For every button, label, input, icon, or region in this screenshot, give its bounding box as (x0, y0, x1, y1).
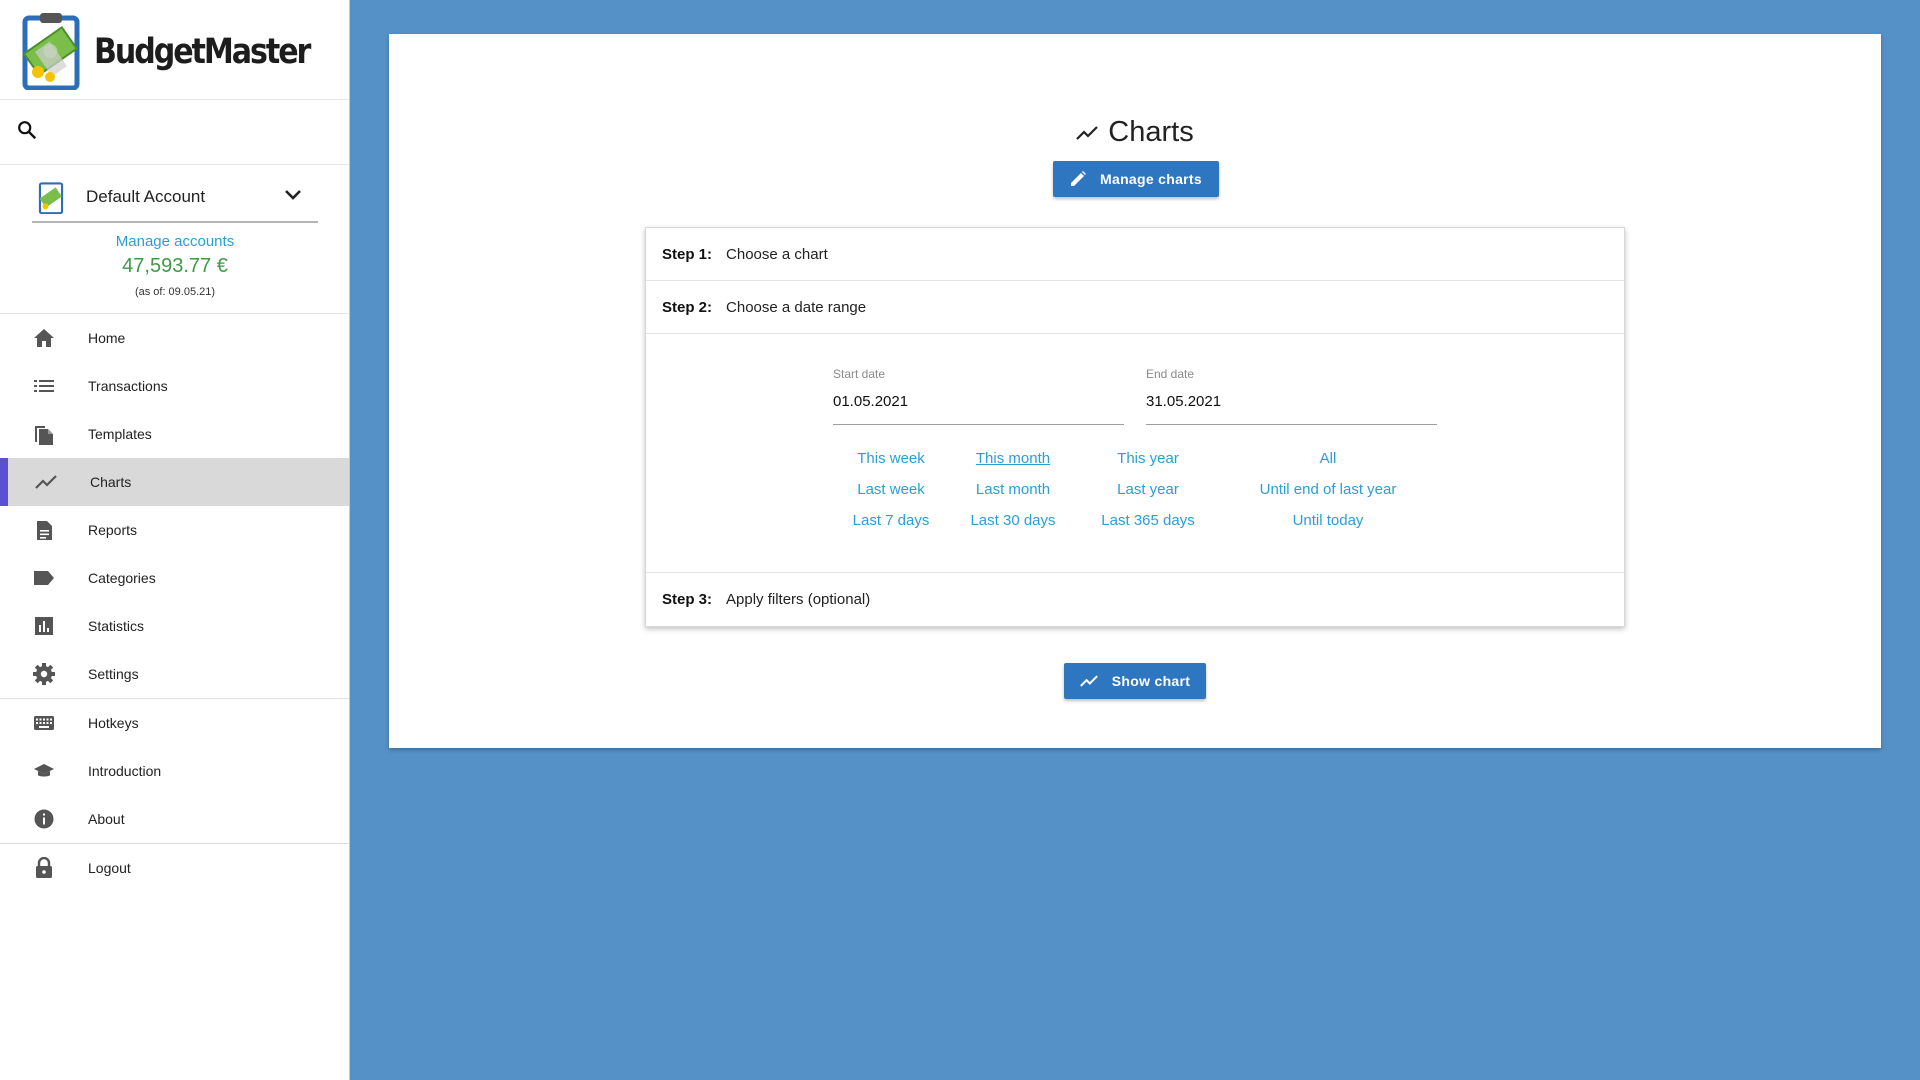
quick-range-this-year[interactable]: This year (1117, 450, 1179, 467)
quick-range-until-end-last-year[interactable]: Until end of last year (1260, 481, 1397, 498)
chart-line-icon (34, 470, 58, 494)
nav-item-about[interactable]: About (0, 795, 349, 843)
nav-list: Home Transactions Templates Charts Repor… (0, 314, 349, 892)
main-card: Charts Manage charts Step 1: Choose a ch… (389, 34, 1881, 748)
nav-item-statistics[interactable]: Statistics (0, 602, 349, 650)
account-block: Default Account Manage accounts 47,593.7… (0, 165, 349, 314)
nav-item-charts[interactable]: Charts (0, 458, 349, 506)
search-icon[interactable] (16, 119, 38, 146)
nav-label-home: Home (88, 330, 126, 346)
show-chart-button[interactable]: Show chart (1064, 663, 1206, 699)
step-2-number: Step 2: (662, 298, 713, 316)
step-2-text: Choose a date range (726, 298, 867, 316)
budgetmaster-logo-icon (22, 10, 80, 90)
end-date-label: End date (1146, 367, 1195, 381)
chart-line-icon (1079, 675, 1098, 687)
step-2-body: Start date 01.05.2021 End date 31.05.202… (646, 334, 1624, 573)
info-icon (32, 807, 56, 831)
step-3-number: Step 3: (662, 591, 713, 608)
pencil-icon (1070, 171, 1087, 187)
nav-label-templates: Templates (88, 426, 152, 442)
step-3-text: Apply filters (optional) (726, 591, 871, 608)
document-icon (32, 518, 56, 542)
nav-item-categories[interactable]: Categories (0, 554, 349, 602)
nav-label-categories: Categories (88, 570, 156, 586)
lock-icon (32, 856, 56, 880)
label-icon (32, 566, 56, 590)
gear-icon (32, 662, 56, 686)
start-date-input[interactable]: 01.05.2021 (833, 393, 1124, 425)
manage-charts-label: Manage charts (1100, 171, 1202, 187)
end-date-field[interactable]: End date 31.05.2021 (1146, 367, 1437, 425)
quick-range-last-month[interactable]: Last month (976, 481, 1050, 498)
nav-label-about: About (88, 811, 125, 827)
chevron-down-icon[interactable] (284, 188, 302, 206)
manage-accounts-link[interactable]: Manage accounts (0, 233, 350, 250)
quick-range-last-week[interactable]: Last week (857, 481, 925, 498)
quick-range-this-week[interactable]: This week (857, 450, 925, 467)
quick-range-all[interactable]: All (1320, 450, 1337, 467)
show-chart-label: Show chart (1111, 673, 1191, 689)
nav-label-settings: Settings (88, 666, 139, 682)
nav-item-reports[interactable]: Reports (0, 506, 349, 554)
app-name: BudgetMaster (94, 31, 311, 72)
account-balance: 47,593.77 € (122, 255, 228, 277)
nav-item-transactions[interactable]: Transactions (0, 362, 349, 410)
page-title-text: Charts (1108, 116, 1194, 148)
nav-item-hotkeys[interactable]: Hotkeys (0, 699, 349, 747)
quick-range-last-30-days[interactable]: Last 30 days (970, 512, 1055, 529)
quick-range-this-month[interactable]: This month (976, 450, 1050, 467)
nav-label-charts: Charts (90, 474, 132, 490)
file-copy-icon (32, 422, 56, 446)
nav-item-logout[interactable]: Logout (0, 844, 349, 892)
school-icon (32, 759, 56, 783)
list-icon (32, 374, 56, 398)
account-select[interactable]: Default Account (32, 173, 318, 223)
nav-label-hotkeys: Hotkeys (88, 715, 139, 731)
page-title: Charts (389, 116, 1881, 149)
step-1-number: Step 1: (662, 245, 713, 263)
step-2-header[interactable]: Step 2: Choose a date range (646, 281, 1624, 334)
nav-item-settings[interactable]: Settings (0, 650, 349, 698)
quick-range-until-today[interactable]: Until today (1293, 512, 1364, 529)
account-name: Default Account (86, 187, 206, 206)
end-date-input[interactable]: 31.05.2021 (1146, 393, 1437, 425)
nav-item-introduction[interactable]: Introduction (0, 747, 349, 795)
nav-label-reports: Reports (88, 522, 138, 538)
quick-range-last-year[interactable]: Last year (1117, 481, 1179, 498)
quick-range-last-7-days[interactable]: Last 7 days (853, 512, 930, 529)
nav-label-introduction: Introduction (88, 763, 162, 779)
sidebar: BudgetMaster Default Account Manage acco… (0, 0, 350, 1080)
step-1-header[interactable]: Step 1: Choose a chart (646, 228, 1624, 281)
balance-date: (as of: 09.05.21) (134, 286, 216, 298)
nav-item-templates[interactable]: Templates (0, 410, 349, 458)
start-date-field[interactable]: Start date 01.05.2021 (833, 367, 1124, 425)
step-3-header[interactable]: Step 3: Apply filters (optional) (646, 573, 1624, 626)
logo[interactable]: BudgetMaster (0, 0, 349, 100)
manage-charts-button[interactable]: Manage charts (1053, 161, 1219, 197)
nav-item-home[interactable]: Home (0, 314, 349, 362)
nav-label-statistics: Statistics (88, 618, 145, 634)
account-icon (36, 180, 66, 215)
keyboard-icon (32, 711, 56, 735)
nav-label-transactions: Transactions (88, 378, 168, 394)
quick-range-last-365-days[interactable]: Last 365 days (1101, 512, 1194, 529)
start-date-label: Start date (833, 367, 886, 381)
search-row[interactable] (0, 100, 349, 165)
step-1-text: Choose a chart (726, 245, 828, 263)
bar-chart-icon (32, 614, 56, 638)
chart-steps-panel: Step 1: Choose a chart Step 2: Choose a … (645, 227, 1625, 627)
chart-line-icon (1076, 125, 1099, 140)
home-icon (32, 326, 56, 350)
nav-label-logout: Logout (88, 860, 131, 876)
